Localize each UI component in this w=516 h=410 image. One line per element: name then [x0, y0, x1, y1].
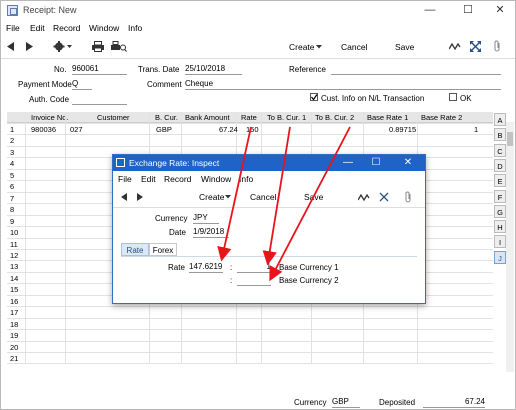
arrow-base-currency-1	[262, 126, 291, 266]
arrow-rate	[217, 126, 252, 262]
annotation-arrows	[217, 126, 351, 282]
arrow-base-currency-2	[269, 126, 351, 282]
